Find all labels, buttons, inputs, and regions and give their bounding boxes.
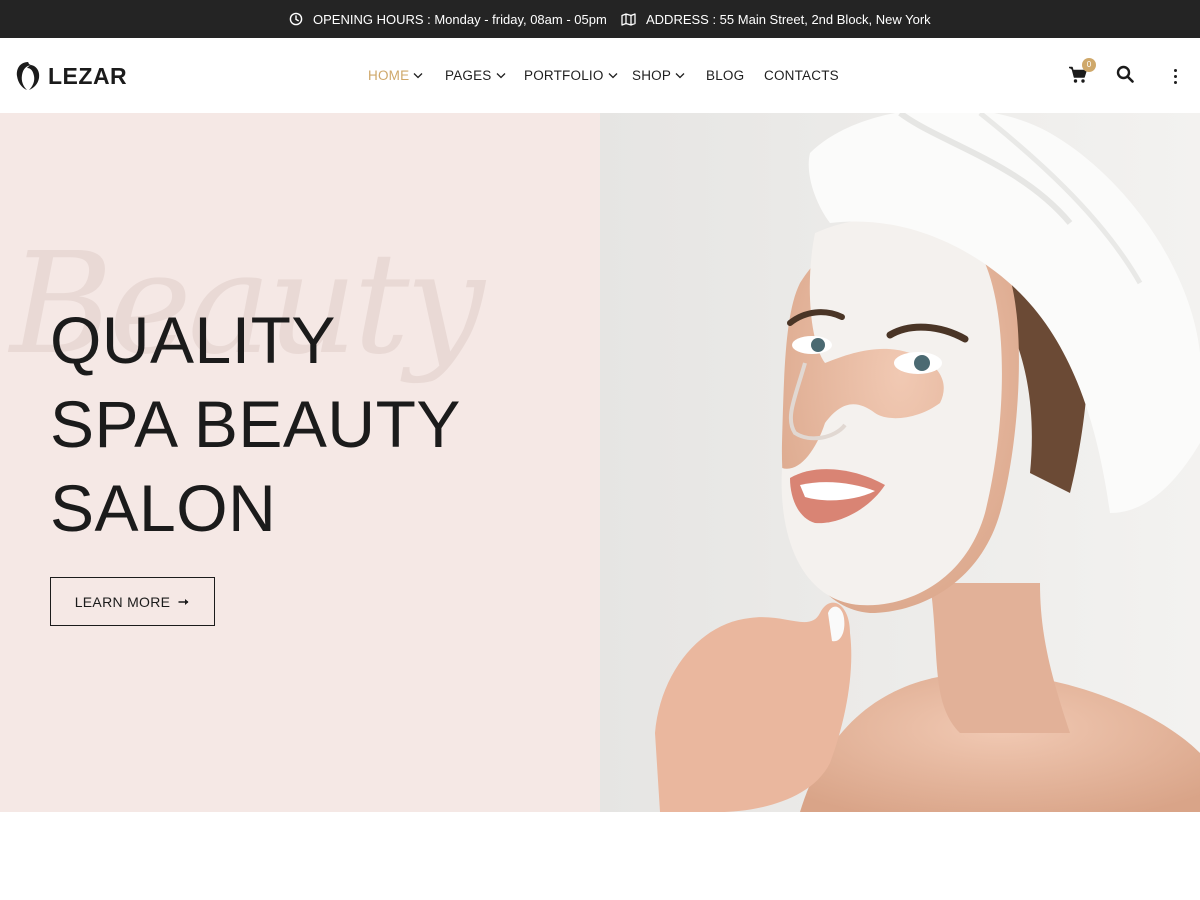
nav-item-pages[interactable]: PAGES (445, 38, 506, 113)
opening-hours: OPENING HOURS : Monday - friday, 08am - … (289, 0, 607, 38)
address: ADDRESS : 55 Main Street, 2nd Block, New… (621, 0, 931, 38)
chevron-down-icon (675, 73, 685, 79)
nav-item-label: PAGES (445, 68, 492, 83)
clock-icon (289, 12, 303, 26)
nav-item-portfolio[interactable]: PORTFOLIO (524, 38, 618, 113)
hero-text-panel: Beauty QUALITY SPA BEAUTY SALON LEARN MO… (0, 113, 600, 812)
arrow-right-icon (178, 598, 189, 605)
search-button[interactable] (1116, 65, 1136, 85)
nav-item-shop[interactable]: SHOP (632, 38, 685, 113)
dot (1173, 68, 1177, 72)
map-icon (621, 12, 636, 26)
cart-button[interactable]: 0 (1068, 58, 1098, 89)
chevron-down-icon (413, 73, 423, 79)
dot (1173, 74, 1177, 78)
learn-more-button[interactable]: LEARN MORE (50, 577, 215, 626)
cart-count-badge: 0 (1082, 58, 1096, 72)
nav-item-label: PORTFOLIO (524, 68, 604, 83)
opening-hours-text: OPENING HOURS : Monday - friday, 08am - … (313, 11, 607, 27)
nav-item-home[interactable]: HOME (368, 38, 423, 113)
nav-item-contacts[interactable]: CONTACTS (764, 38, 839, 113)
nav-item-label: SHOP (632, 68, 672, 83)
below-hero-area (0, 812, 1200, 900)
more-vertical-icon[interactable] (1168, 64, 1182, 88)
nav-item-label: CONTACTS (764, 68, 839, 83)
site-header: LEZAR HOME PAGES PORTFOLIO SHOP BLOG CON… (0, 38, 1200, 113)
chevron-down-icon (496, 73, 505, 79)
hero-title-line: QUALITY (50, 303, 336, 377)
woman-face-mask-photo (600, 113, 1200, 812)
address-text: ADDRESS : 55 Main Street, 2nd Block, New… (646, 11, 931, 27)
hero-title-line: SPA BEAUTY (50, 387, 461, 461)
search-icon (1116, 65, 1134, 83)
learn-more-label: LEARN MORE (74, 593, 171, 610)
nav-item-label: BLOG (706, 68, 745, 83)
hero-title: QUALITY SPA BEAUTY SALON (50, 298, 461, 550)
top-info-bar: OPENING HOURS : Monday - friday, 08am - … (0, 0, 1200, 38)
chevron-down-icon (608, 73, 618, 79)
hero-image (600, 113, 1200, 812)
main-nav: HOME PAGES PORTFOLIO SHOP BLOG CONTACTS (0, 38, 1200, 113)
nav-item-blog[interactable]: BLOG (706, 38, 744, 113)
dot (1173, 80, 1177, 84)
nav-item-label: HOME (368, 68, 410, 83)
hero-title-line: SALON (50, 471, 277, 545)
